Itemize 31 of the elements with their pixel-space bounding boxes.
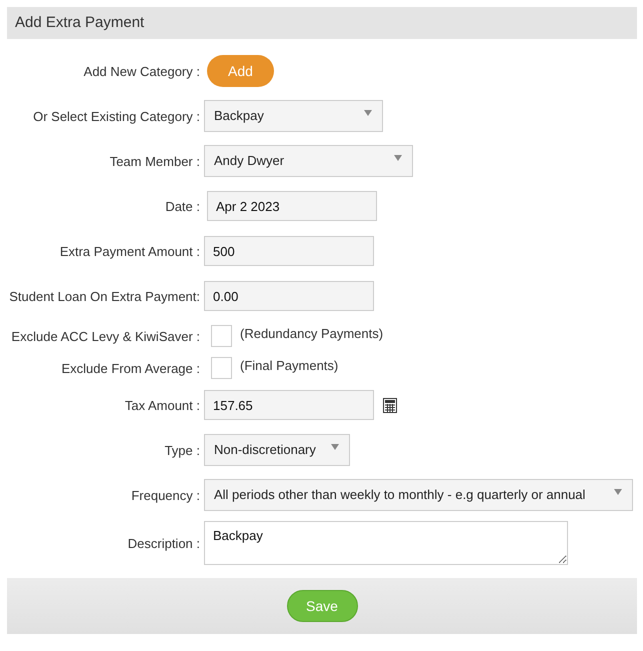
dropdown[interactable]: All periods other than weekly to monthly - e.g quarterly or annual [204, 479, 633, 511]
field-label: Tax Amount : [124, 398, 201, 412]
field-label: Or Select Existing Category : [32, 108, 201, 124]
field-label: Extra Payment Amount : [58, 244, 201, 258]
caret-icon [331, 444, 339, 450]
calculator-icon[interactable] [383, 398, 397, 412]
caret-icon [394, 155, 402, 161]
checkbox-note: (Redundancy Payments) [240, 326, 384, 340]
field-label: Date : [164, 198, 201, 214]
field-label: Student Loan On Extra Payment: [8, 288, 201, 304]
input-field[interactable]: 500 [204, 236, 374, 266]
description-field[interactable]: Backpay [204, 521, 568, 565]
caret-icon [614, 489, 622, 495]
dropdown[interactable]: Andy Dwyer [204, 145, 413, 177]
field-label: Team Member : [108, 154, 201, 168]
checkbox[interactable] [211, 357, 232, 379]
checkbox-note: (Final Payments) [240, 358, 338, 372]
input-field[interactable]: 0.00 [204, 281, 374, 311]
field-label: Description : [126, 536, 201, 550]
caret-icon [364, 110, 372, 116]
input-field[interactable]: 157.65 [204, 390, 374, 420]
dropdown[interactable]: Backpay [204, 100, 383, 132]
field-label: Add New Category : [82, 64, 201, 78]
checkbox[interactable] [211, 325, 232, 347]
field-label: Type : [164, 442, 201, 458]
field-label: Exclude From Average : [60, 360, 201, 376]
input-field[interactable]: Apr 2 2023 [207, 191, 377, 221]
field-label: Frequency : [130, 488, 201, 502]
panel-title: Add Extra Payment [15, 13, 146, 33]
field-label: Exclude ACC Levy & KiwiSaver : [10, 328, 201, 344]
dropdown[interactable]: Non-discretionary [204, 434, 350, 466]
